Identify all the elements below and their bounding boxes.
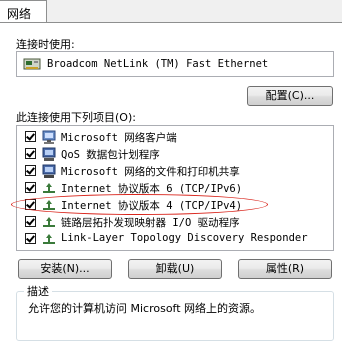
adapter-name: Broadcom NetLink (TM) Fast Ethernet bbox=[47, 58, 269, 70]
item-label: QoS 数据包计划程序 bbox=[61, 149, 160, 161]
checkbox[interactable] bbox=[25, 182, 36, 193]
item-label: Microsoft 网络客户端 bbox=[61, 132, 177, 144]
network-adapter-icon bbox=[23, 58, 41, 70]
highlight-oval bbox=[11, 194, 268, 215]
protocol-icon bbox=[43, 183, 55, 193]
description-groupbox bbox=[16, 291, 334, 341]
checkbox[interactable] bbox=[25, 148, 36, 159]
protocol-icon bbox=[43, 217, 55, 227]
checkbox[interactable] bbox=[25, 216, 36, 227]
tab-network-label: 网络 bbox=[7, 7, 32, 21]
list-item[interactable]: Microsoft 网络客户端 bbox=[25, 129, 325, 145]
tab-network[interactable]: 网络 bbox=[0, 0, 47, 22]
qos-scheduler-icon bbox=[42, 147, 56, 161]
items-list: Microsoft 网络客户端 QoS 数据包计划程序 Microsoft 网络… bbox=[16, 125, 334, 251]
items-label: 此连接使用下列项目(O): bbox=[16, 111, 136, 124]
uninstall-button[interactable]: 卸载(U) bbox=[128, 259, 222, 279]
item-label: Microsoft 网络的文件和打印机共享 bbox=[61, 166, 240, 178]
install-button[interactable]: 安装(N)... bbox=[18, 259, 112, 279]
protocol-icon bbox=[43, 234, 55, 244]
checkbox[interactable] bbox=[25, 165, 36, 176]
adapter-field: Broadcom NetLink (TM) Fast Ethernet bbox=[16, 51, 334, 77]
list-item[interactable]: 链路层拓扑发现映射器 I/O 驱动程序 bbox=[25, 214, 325, 230]
list-item[interactable]: Link-Layer Topology Discovery Responder bbox=[25, 231, 325, 247]
checkbox[interactable] bbox=[25, 233, 36, 244]
list-item[interactable]: Microsoft 网络的文件和打印机共享 bbox=[25, 163, 325, 179]
connect-using-label: 连接时使用: bbox=[16, 38, 75, 51]
item-label: Link-Layer Topology Discovery Responder bbox=[61, 232, 308, 244]
list-item[interactable]: QoS 数据包计划程序 bbox=[25, 146, 325, 162]
file-printer-sharing-icon bbox=[42, 164, 56, 178]
network-client-icon bbox=[42, 130, 56, 144]
description-label: 描述 bbox=[24, 283, 52, 299]
tab-strip: 网络 bbox=[0, 0, 342, 23]
item-label: 链路层拓扑发现映射器 I/O 驱动程序 bbox=[61, 217, 240, 229]
checkbox[interactable] bbox=[25, 131, 36, 142]
properties-button[interactable]: 属性(R) bbox=[238, 259, 332, 279]
configure-button[interactable]: 配置(C)... bbox=[247, 86, 333, 106]
description-text: 允许您的计算机访问 Microsoft 网络上的资源。 bbox=[28, 302, 262, 315]
